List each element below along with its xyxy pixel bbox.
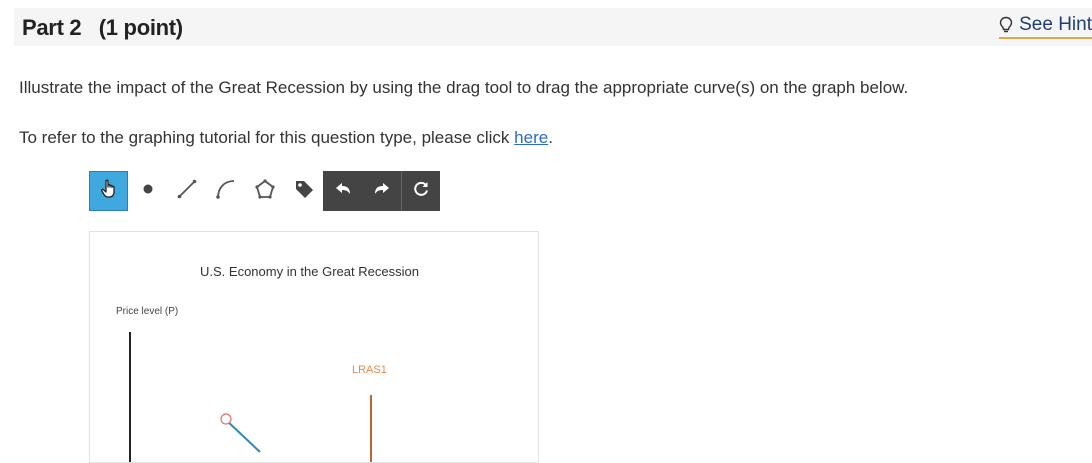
undo-icon: [334, 180, 352, 203]
ad-curve[interactable]: [225, 419, 261, 453]
part-header: Part 2 (1 point) See Hint: [14, 8, 1092, 46]
graph-toolbar: [89, 171, 440, 211]
dot-icon: [142, 182, 154, 200]
pentagon-icon: [254, 178, 276, 205]
tutorial-suffix: .: [548, 128, 553, 147]
graph-panel: U.S. Economy in the Great Recession Pric…: [89, 231, 539, 463]
line-tool-button[interactable]: [167, 171, 206, 211]
reset-icon: [412, 180, 430, 203]
tutorial-prefix: To refer to the graphing tutorial for th…: [19, 128, 515, 147]
ad-curve-endpoint-handle[interactable]: [220, 413, 232, 425]
point-tool-button[interactable]: [128, 171, 167, 211]
curve-tool-button[interactable]: [206, 171, 245, 211]
see-hint-label: See Hint: [1019, 14, 1092, 35]
graph-canvas[interactable]: [90, 232, 538, 462]
tutorial-text: To refer to the graphing tutorial for th…: [19, 128, 553, 148]
redo-tool-button[interactable]: [362, 171, 401, 211]
tag-icon: [293, 178, 315, 205]
reset-tool-button[interactable]: [401, 171, 440, 211]
undo-tool-button[interactable]: [323, 171, 362, 211]
line-icon: [176, 178, 198, 205]
drag-tool-button[interactable]: [89, 171, 128, 211]
tutorial-link[interactable]: here: [514, 128, 548, 147]
pointing-hand-icon: [99, 178, 119, 205]
redo-icon: [373, 180, 391, 203]
polygon-tool-button[interactable]: [245, 171, 284, 211]
question-instructions: Illustrate the impact of the Great Reces…: [19, 78, 909, 97]
part-title: Part 2 (1 point): [22, 15, 183, 40]
label-tool-button[interactable]: [284, 171, 323, 211]
curve-icon: [215, 178, 237, 205]
lightbulb-icon: [999, 16, 1013, 34]
see-hint-link[interactable]: See Hint: [999, 14, 1092, 39]
